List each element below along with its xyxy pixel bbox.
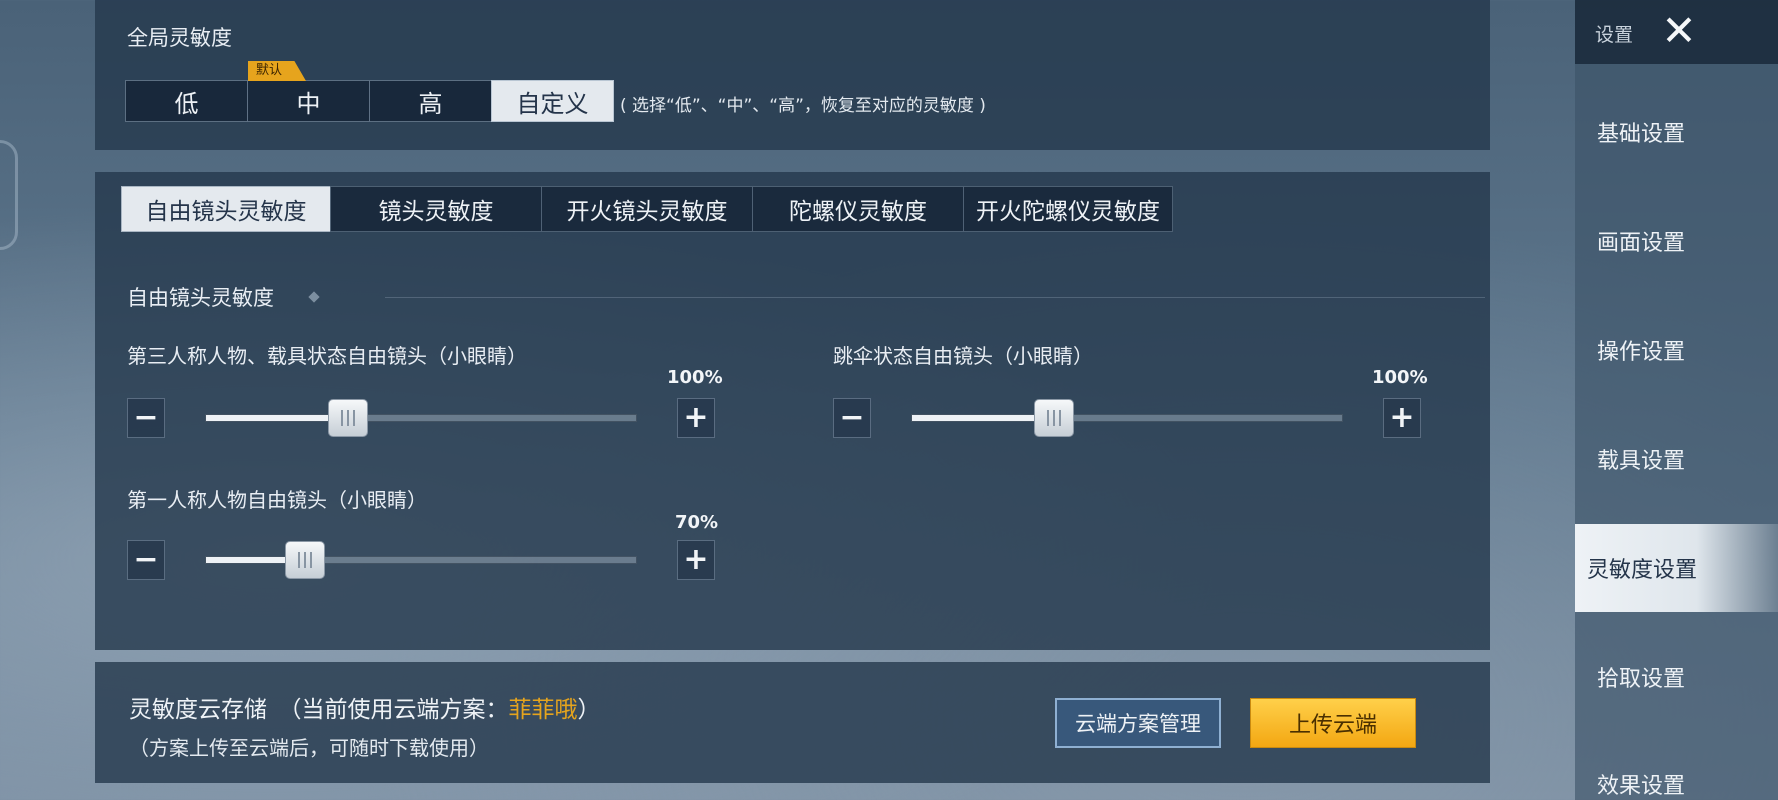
cloud-storage-title: 灵敏度云存储 （当前使用云端方案：菲菲哦） xyxy=(129,690,601,724)
fpp-free-look-label: 第一人称人物自由镜头（小眼睛） xyxy=(127,488,427,512)
cloud-plan-name: 菲菲哦 xyxy=(508,697,578,723)
tab-free-look[interactable]: 自由镜头灵敏度 xyxy=(121,186,331,232)
global-sensitivity-title: 全局灵敏度 xyxy=(127,26,232,50)
minus-icon: − xyxy=(133,542,159,577)
tab-gyroscope[interactable]: 陀螺仪灵敏度 xyxy=(752,186,964,232)
parachute-free-look-decrease-button[interactable]: − xyxy=(833,398,871,438)
tab-camera[interactable]: 镜头灵敏度 xyxy=(330,186,542,232)
parachute-free-look-label: 跳伞状态自由镜头（小眼睛） xyxy=(833,344,1093,368)
fpp-free-look-slider[interactable] xyxy=(205,541,637,579)
section-divider xyxy=(385,297,1485,298)
parachute-free-look-value: 100% xyxy=(1372,367,1428,388)
slider-thumb[interactable] xyxy=(284,541,325,579)
slider-thumb[interactable] xyxy=(1033,399,1074,437)
default-tag: 默认 xyxy=(248,61,306,81)
tpp-free-look-value: 100% xyxy=(667,367,723,388)
free-look-section-title: 自由镜头灵敏度 xyxy=(127,286,274,310)
preset-medium-label: 中 xyxy=(296,89,321,118)
close-button[interactable]: ✕ xyxy=(1654,8,1704,54)
preset-low-button[interactable]: 低 xyxy=(125,80,248,122)
close-icon: ✕ xyxy=(1661,6,1697,55)
plus-icon: + xyxy=(683,400,709,435)
parachute-free-look-slider[interactable] xyxy=(911,399,1343,437)
sensitivity-tabs: 自由镜头灵敏度 镜头灵敏度 开火镜头灵敏度 陀螺仪灵敏度 开火陀螺仪灵敏度 xyxy=(121,186,1173,232)
sidebar-item-graphics[interactable]: 画面设置 xyxy=(1575,197,1778,285)
minus-icon: − xyxy=(839,400,865,435)
tpp-free-look-decrease-button[interactable]: − xyxy=(127,398,165,438)
fpp-free-look-increase-button[interactable]: + xyxy=(677,540,715,580)
cloud-storage-subtitle: （方案上传至云端后，可随时下载使用） xyxy=(129,736,489,760)
cloud-title-prefix: 灵敏度云存储 （当前使用云端方案： xyxy=(129,697,509,723)
sidebar-header: 设置 ✕ xyxy=(1575,0,1778,64)
tpp-free-look-increase-button[interactable]: + xyxy=(677,398,715,438)
section-divider-dot xyxy=(308,291,320,303)
slider-thumb[interactable] xyxy=(327,399,368,437)
slider-fill xyxy=(206,415,348,421)
slider-fill xyxy=(912,415,1054,421)
sidebar-item-effects[interactable]: 效果设置 xyxy=(1575,740,1778,800)
cloud-storage-panel: 灵敏度云存储 （当前使用云端方案：菲菲哦） （方案上传至云端后，可随时下载使用）… xyxy=(95,662,1490,783)
sensitivity-detail-panel: 自由镜头灵敏度 镜头灵敏度 开火镜头灵敏度 陀螺仪灵敏度 开火陀螺仪灵敏度 自由… xyxy=(95,172,1490,650)
preset-custom-button[interactable]: 自定义 xyxy=(491,80,614,122)
sidebar-item-pickup[interactable]: 拾取设置 xyxy=(1575,633,1778,721)
sensitivity-preset-selector: 低 默认 中 高 自定义 xyxy=(125,61,614,122)
fpp-free-look-decrease-button[interactable]: − xyxy=(127,540,165,580)
upload-cloud-button[interactable]: 上传云端 xyxy=(1250,698,1416,748)
preset-high-button[interactable]: 高 xyxy=(369,80,492,122)
preset-hint: ( 选择“低”、“中”、“高”，恢复至对应的灵敏度 ) xyxy=(620,96,986,116)
preset-medium-button[interactable]: 默认 中 xyxy=(247,61,370,122)
sidebar-item-sensitivity[interactable]: 灵敏度设置 xyxy=(1575,524,1778,612)
plus-icon: + xyxy=(683,542,709,577)
sidebar-item-basic[interactable]: 基础设置 xyxy=(1575,88,1778,176)
settings-sidebar: 设置 ✕ 基础设置 画面设置 操作设置 载具设置 灵敏度设置 拾取设置 效果设置 xyxy=(1575,0,1778,800)
sidebar-item-vehicle[interactable]: 载具设置 xyxy=(1575,415,1778,503)
tpp-free-look-slider[interactable] xyxy=(205,399,637,437)
tpp-free-look-label: 第三人称人物、载具状态自由镜头（小眼睛） xyxy=(127,344,527,368)
tab-fire-camera[interactable]: 开火镜头灵敏度 xyxy=(541,186,753,232)
plus-icon: + xyxy=(1389,400,1415,435)
cloud-title-suffix: ） xyxy=(577,697,601,723)
fpp-free-look-value: 70% xyxy=(675,512,719,533)
minus-icon: − xyxy=(133,400,159,435)
settings-title: 设置 xyxy=(1595,24,1634,46)
global-sensitivity-panel: 全局灵敏度 低 默认 中 高 自定义 ( 选择“低”、“中”、“高”，恢复至对应… xyxy=(95,0,1490,150)
decorative-ring xyxy=(0,140,18,250)
sidebar-item-controls[interactable]: 操作设置 xyxy=(1575,306,1778,394)
cloud-plan-manage-button[interactable]: 云端方案管理 xyxy=(1055,698,1221,748)
tab-fire-gyroscope[interactable]: 开火陀螺仪灵敏度 xyxy=(963,186,1173,232)
parachute-free-look-increase-button[interactable]: + xyxy=(1383,398,1421,438)
